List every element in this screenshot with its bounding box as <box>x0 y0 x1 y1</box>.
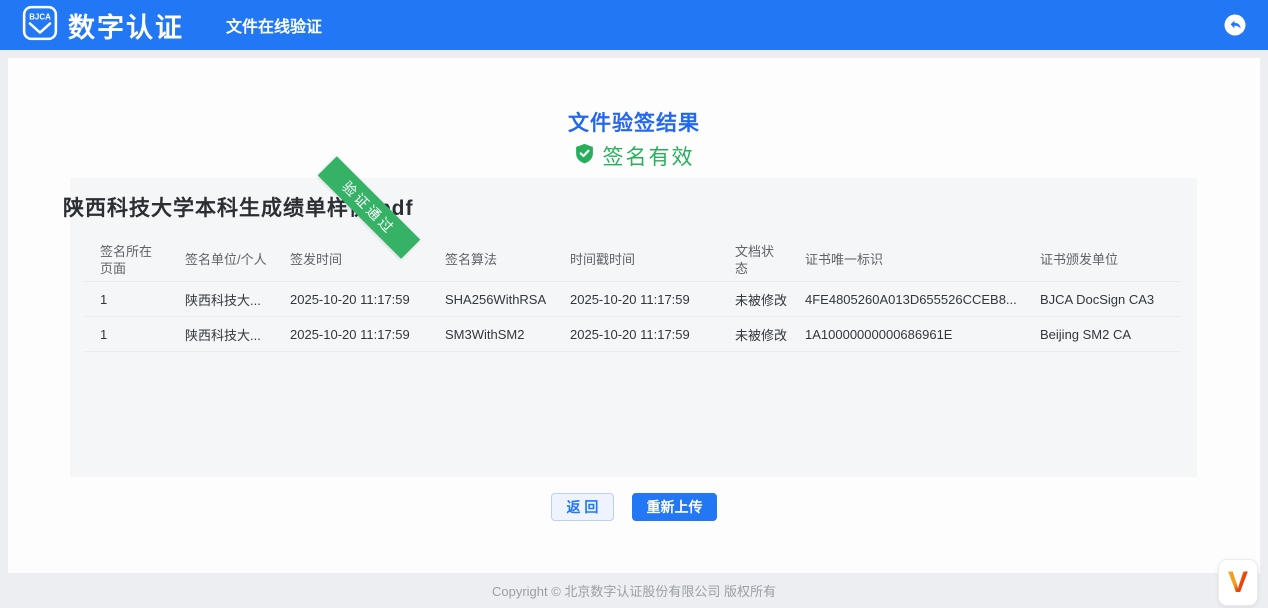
v-assistant-widget[interactable]: V <box>1218 559 1258 606</box>
app-header: BJCA 数字认证 文件在线验证 <box>0 0 1268 50</box>
cell-cert-issuer: Beijing SM2 CA <box>1025 327 1180 342</box>
col-header-cert-id: 证书唯一标识 <box>790 247 1025 272</box>
svg-text:BJCA: BJCA <box>29 12 51 21</box>
cell-sign-time: 2025-10-20 11:17:59 <box>275 327 430 342</box>
signature-table: 签名所在页面 签名单位/个人 签发时间 签名算法 时间戳时间 文档状态 证书唯一… <box>85 238 1180 352</box>
col-header-cert-issuer: 证书颁发单位 <box>1025 247 1180 272</box>
col-header-page: 签名所在页面 <box>85 239 170 281</box>
table-header-row: 签名所在页面 签名单位/个人 签发时间 签名算法 时间戳时间 文档状态 证书唯一… <box>85 238 1180 282</box>
brand-logo: BJCA 数字认证 <box>22 5 184 46</box>
copyright-text: Copyright © 北京数字认证股份有限公司 版权所有 <box>492 581 776 600</box>
status-badge: 签名有效 <box>603 141 695 171</box>
cell-page: 1 <box>85 292 170 307</box>
table-row: 1 陕西科技大... 2025-10-20 11:17:59 SM3WithSM… <box>85 317 1180 352</box>
col-header-doc-status: 文档状态 <box>720 239 790 281</box>
page-footer: Copyright © 北京数字认证股份有限公司 版权所有 <box>0 573 1268 608</box>
bjca-badge-icon: BJCA <box>22 5 58 46</box>
nav-file-online-verify[interactable]: 文件在线验证 <box>226 13 322 37</box>
col-header-algorithm: 签名算法 <box>430 247 555 272</box>
brand-title: 数字认证 <box>68 6 184 45</box>
cell-signer: 陕西科技大... <box>170 290 275 309</box>
cell-signer: 陕西科技大... <box>170 325 275 344</box>
main-card: 文件验签结果 签名有效 陕西科技大学本科生成绩单样例.pdf 验证通过 签名所在… <box>8 58 1260 573</box>
cell-algorithm: SHA256WithRSA <box>430 292 555 307</box>
cell-algorithm: SM3WithSM2 <box>430 327 555 342</box>
cell-doc-status: 未被修改 <box>720 290 790 309</box>
status-line: 签名有效 <box>8 141 1260 171</box>
cell-sign-time: 2025-10-20 11:17:59 <box>275 292 430 307</box>
verify-result-panel: 陕西科技大学本科生成绩单样例.pdf 验证通过 签名所在页面 签名单位/个人 签… <box>70 178 1197 477</box>
cell-cert-id: 4FE4805260A013D655526CCEB8... <box>790 292 1025 307</box>
shield-check-icon <box>574 143 595 169</box>
reupload-button[interactable]: 重新上传 <box>632 493 717 521</box>
cell-timestamp: 2025-10-20 11:17:59 <box>555 327 720 342</box>
col-header-timestamp: 时间戳时间 <box>555 247 720 272</box>
col-header-signer: 签名单位/个人 <box>170 247 275 272</box>
back-button[interactable]: 返 回 <box>551 493 614 521</box>
page-title: 文件验签结果 <box>8 107 1260 137</box>
cell-cert-id: 1A10000000000686961E <box>790 327 1025 342</box>
cell-doc-status: 未被修改 <box>720 325 790 344</box>
back-arrow-icon[interactable] <box>1224 14 1246 36</box>
table-row: 1 陕西科技大... 2025-10-20 11:17:59 SHA256Wit… <box>85 282 1180 317</box>
cell-timestamp: 2025-10-20 11:17:59 <box>555 292 720 307</box>
v-logo-icon: V <box>1228 568 1248 598</box>
action-buttons: 返 回 重新上传 <box>8 493 1260 521</box>
cell-page: 1 <box>85 327 170 342</box>
cell-cert-issuer: BJCA DocSign CA3 <box>1025 292 1180 307</box>
